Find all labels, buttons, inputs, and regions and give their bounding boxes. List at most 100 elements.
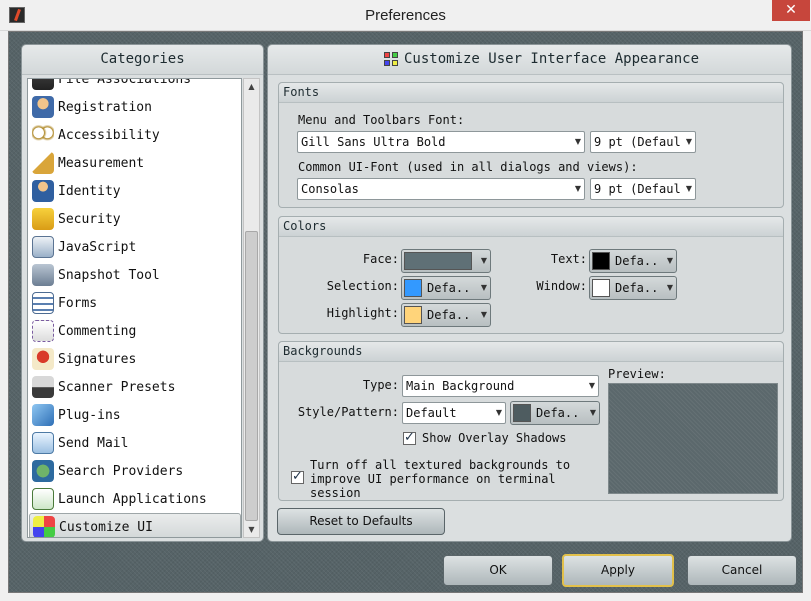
category-item-plug-ins[interactable]: Plug-ins [29, 401, 241, 429]
categories-scrollbar[interactable]: ▲ ▼ [243, 78, 260, 538]
text-color-button[interactable]: Defa.. ▼ [589, 249, 677, 273]
cancel-button[interactable]: Cancel [687, 555, 797, 586]
type-label: Type: [362, 378, 399, 392]
pattern-color-button[interactable]: Defa.. ▼ [510, 401, 600, 425]
turn-off-textures-line-1: Turn off all textured backgrounds to [310, 458, 571, 472]
background-type-value: Main Background [406, 379, 515, 393]
categories-panel: Categories File Associations Registratio… [21, 44, 264, 542]
style-pattern-select[interactable]: Default ▼ [402, 402, 506, 424]
pattern-color-swatch [513, 404, 531, 422]
category-label: Launch Applications [58, 491, 207, 507]
check-icon: ✓ [292, 469, 303, 484]
measurement-icon [32, 152, 54, 174]
close-button[interactable]: ✕ [772, 0, 810, 21]
category-item-scanner-presets[interactable]: Scanner Presets [29, 373, 241, 401]
category-label: Plug-ins [58, 407, 121, 423]
selection-color-button[interactable]: Defa.. ▼ [401, 276, 491, 300]
selection-label: Selection: [326, 279, 399, 293]
customize-ui-panel: Customize User Interface Appearance Font… [267, 44, 792, 542]
category-item-launch-applications[interactable]: Launch Applications [29, 485, 241, 513]
category-item-forms[interactable]: Forms [29, 289, 241, 317]
backgrounds-group: Backgrounds Type: Main Background ▼ Styl… [278, 341, 784, 501]
customize-ui-icon [33, 516, 55, 537]
selection-color-swatch [404, 279, 422, 297]
chevron-down-icon: ▼ [685, 184, 692, 193]
category-label: Customize UI [59, 519, 153, 535]
menu-font-select[interactable]: Gill Sans Ultra Bold ▼ [297, 131, 585, 153]
category-label: JavaScript [58, 239, 137, 255]
highlight-color-button[interactable]: Defa.. ▼ [401, 303, 491, 327]
category-label: Search Providers [58, 463, 184, 479]
category-item-customize-ui[interactable]: Customize UI [29, 513, 241, 537]
forms-icon [32, 292, 54, 314]
chevron-down-icon: ▼ [480, 256, 487, 265]
launch-applications-icon [32, 488, 54, 510]
text-color-swatch [592, 252, 610, 270]
colors-group-title: Colors [279, 217, 783, 237]
ok-button[interactable]: OK [443, 555, 553, 586]
show-overlay-shadows-label: Show Overlay Shadows [422, 431, 567, 445]
common-font-select[interactable]: Consolas ▼ [297, 178, 585, 200]
category-item-search-providers[interactable]: Search Providers [29, 457, 241, 485]
category-label: File Associations [58, 78, 192, 87]
category-item-javascript[interactable]: JavaScript [29, 233, 241, 261]
category-item-snapshot-tool[interactable]: Snapshot Tool [29, 261, 241, 289]
send-mail-icon [32, 432, 54, 454]
category-item-accessibility[interactable]: Accessibility [29, 121, 241, 149]
menu-font-size-select[interactable]: 9 pt (Defaul ▼ [590, 131, 696, 153]
chevron-down-icon: ▼ [574, 137, 581, 146]
common-font-value: Consolas [301, 182, 359, 196]
highlight-label: Highlight: [326, 306, 399, 320]
face-label: Face: [362, 252, 399, 266]
menu-font-value: Gill Sans Ultra Bold [301, 135, 446, 149]
category-item-commenting[interactable]: Commenting [29, 317, 241, 345]
backgrounds-group-title: Backgrounds [279, 342, 783, 362]
turn-off-textures-checkbox[interactable]: ✓ [291, 469, 304, 484]
categories-list[interactable]: File Associations Registration Accessibi… [27, 78, 242, 538]
face-color-button[interactable]: ▼ [401, 249, 491, 273]
show-overlay-shadows-checkbox[interactable]: ✓ [403, 430, 416, 445]
window-color-button[interactable]: Defa.. ▼ [589, 276, 677, 300]
category-item-send-mail[interactable]: Send Mail [29, 429, 241, 457]
category-item-file-associations[interactable]: File Associations [29, 78, 241, 93]
background-preview [608, 383, 778, 494]
chevron-down-icon: ▼ [588, 381, 595, 390]
background-type-select[interactable]: Main Background ▼ [402, 375, 599, 397]
scrollbar-thumb[interactable] [245, 231, 258, 521]
common-font-size-value: 9 pt (Defaul [594, 182, 681, 196]
category-item-security[interactable]: Security [29, 205, 241, 233]
javascript-icon [32, 236, 54, 258]
window-color-swatch [592, 279, 610, 297]
scroll-up-icon[interactable]: ▲ [244, 79, 259, 94]
commenting-icon [32, 320, 54, 342]
signatures-icon [32, 348, 54, 370]
chevron-down-icon: ▼ [495, 408, 502, 417]
apply-button[interactable]: Apply [562, 554, 674, 587]
identity-icon [32, 180, 54, 202]
style-pattern-label: Style/Pattern: [297, 405, 399, 419]
customize-ui-icon [384, 52, 402, 70]
dialog-body: Categories File Associations Registratio… [8, 31, 803, 593]
security-icon [32, 208, 54, 230]
highlight-color-value: Defa.. [427, 308, 471, 322]
category-label: Snapshot Tool [58, 267, 160, 283]
window-color-value: Defa.. [615, 281, 659, 295]
chevron-down-icon: ▼ [480, 283, 487, 292]
category-item-identity[interactable]: Identity [29, 177, 241, 205]
category-label: Registration [58, 99, 152, 115]
category-label: Identity [58, 183, 121, 199]
common-font-size-select[interactable]: 9 pt (Defaul ▼ [590, 178, 696, 200]
customize-ui-title: Customize User Interface Appearance [268, 45, 791, 75]
reset-to-defaults-button[interactable]: Reset to Defaults [277, 508, 445, 535]
registration-icon [32, 96, 54, 118]
category-item-signatures[interactable]: Signatures [29, 345, 241, 373]
chevron-down-icon: ▼ [666, 256, 673, 265]
category-item-registration[interactable]: Registration [29, 93, 241, 121]
chevron-down-icon: ▼ [574, 184, 581, 193]
scroll-down-icon[interactable]: ▼ [244, 522, 259, 537]
category-item-measurement[interactable]: Measurement [29, 149, 241, 177]
highlight-color-swatch [404, 306, 422, 324]
turn-off-textures-label: Turn off all textured backgrounds to imp… [310, 458, 570, 500]
check-icon: ✓ [404, 430, 415, 445]
common-font-label: Common UI-Font (used in all dialogs and … [298, 160, 638, 174]
